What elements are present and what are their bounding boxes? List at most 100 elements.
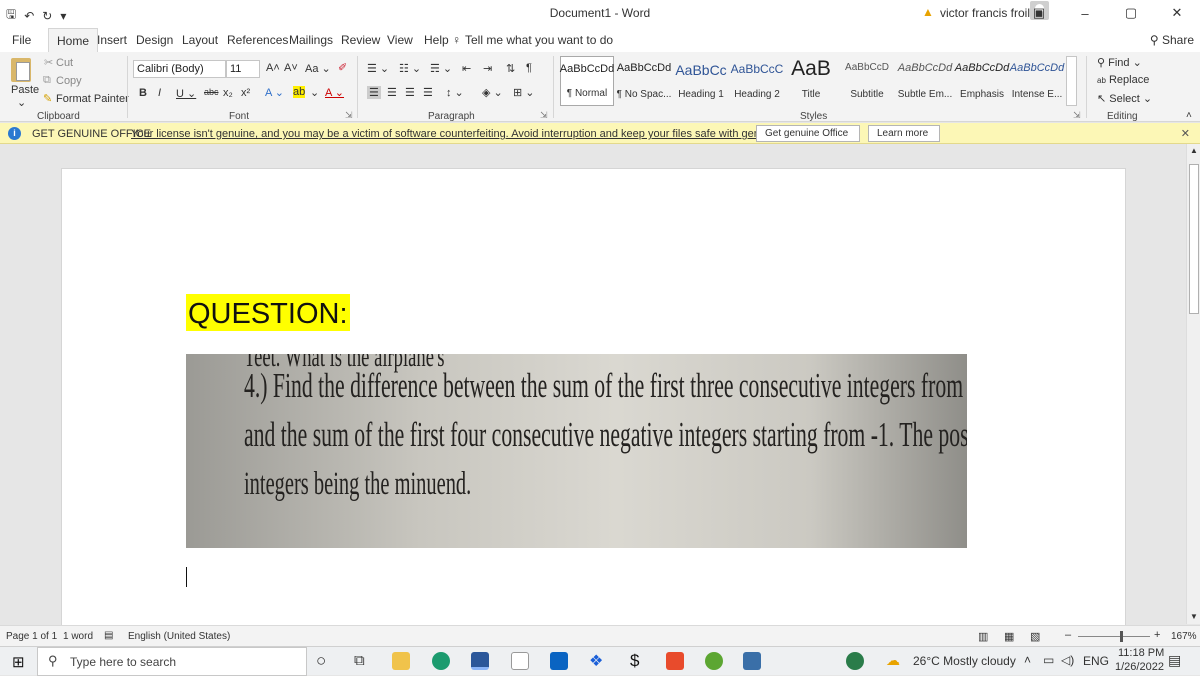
style-heading-1[interactable]: AaBbCc Heading 1 <box>674 56 728 106</box>
chevron-down-icon[interactable]: ⌄ <box>17 96 26 109</box>
edge-icon[interactable] <box>432 652 450 670</box>
style-intense-emphasis[interactable]: AaBbCcDd Intense E... <box>1010 56 1064 106</box>
tab-mailings[interactable]: Mailings <box>289 33 333 47</box>
increase-indent-icon[interactable]: ⇥ <box>483 62 492 75</box>
grow-font-icon[interactable]: A˄ <box>266 62 280 74</box>
subscript-icon[interactable]: x₂ <box>223 87 233 99</box>
paste-label[interactable]: Paste <box>11 84 39 96</box>
vertical-scrollbar[interactable]: ▲ ▼ <box>1186 144 1200 624</box>
weather-text[interactable]: 26°C Mostly cloudy <box>913 654 1016 668</box>
scroll-down-icon[interactable]: ▼ <box>1190 612 1198 621</box>
tab-layout[interactable]: Layout <box>182 33 218 47</box>
dropbox-icon[interactable]: ❖ <box>589 651 603 671</box>
numbering-icon[interactable]: ☷ ⌄ <box>399 62 421 75</box>
utorrent-icon[interactable] <box>705 652 723 670</box>
file-explorer-icon[interactable] <box>392 652 410 670</box>
underline-icon[interactable]: U ⌄ <box>176 87 196 100</box>
clock-date[interactable]: 1/26/2022 <box>1115 661 1164 673</box>
align-left-icon[interactable]: ☰ <box>367 86 381 99</box>
share-button[interactable]: ⚲ Share <box>1150 33 1194 47</box>
pilcrow-icon[interactable]: ¶ <box>526 62 532 74</box>
style-subtle-emphasis[interactable]: AaBbCcDd Subtle Em... <box>897 56 953 106</box>
tab-design[interactable]: Design <box>136 33 173 47</box>
question-photo[interactable]: Teet. What is the airplane's 4.) Find th… <box>186 354 967 548</box>
speaker-icon[interactable]: ◁) <box>1061 653 1074 667</box>
bold-icon[interactable]: B <box>139 87 147 99</box>
tab-help[interactable]: Help <box>424 33 449 47</box>
style-subtitle[interactable]: AaBbCcD Subtitle <box>840 56 894 106</box>
read-mode-icon[interactable]: ▥ <box>978 630 988 643</box>
italic-icon[interactable]: I <box>158 87 161 99</box>
weather-icon[interactable]: ☁ <box>886 652 900 669</box>
web-layout-icon[interactable]: ▧ <box>1030 630 1040 643</box>
cut-button[interactable]: Cut <box>56 57 73 69</box>
word-icon[interactable] <box>471 652 489 670</box>
page-count[interactable]: Page 1 of 1 <box>6 631 57 642</box>
align-center-icon[interactable]: ☰ <box>387 86 397 99</box>
decrease-indent-icon[interactable]: ⇤ <box>462 62 471 75</box>
store-icon[interactable] <box>511 652 529 670</box>
superscript-icon[interactable]: x² <box>241 87 250 99</box>
document-page[interactable]: QUESTION: Teet. What is the airplane's 4… <box>61 168 1126 628</box>
task-view-icon[interactable]: ⧉ <box>354 652 365 669</box>
zoom-slider-thumb[interactable] <box>1120 631 1123 642</box>
clock-time[interactable]: 11:18 PM <box>1118 647 1164 659</box>
minimize-button[interactable]: – <box>1062 0 1108 26</box>
highlight-icon[interactable]: ab <box>293 86 306 98</box>
justify-icon[interactable]: ☰ <box>423 86 433 99</box>
tab-references[interactable]: References <box>227 33 288 47</box>
zoom-out-icon[interactable]: – <box>1065 629 1071 641</box>
close-button[interactable]: ✕ <box>1154 0 1200 26</box>
font-color-icon[interactable]: A ⌄ <box>325 86 344 99</box>
copy-button[interactable]: Copy <box>56 75 82 87</box>
zoom-slider[interactable] <box>1078 636 1150 637</box>
restore-button[interactable]: ▢ <box>1108 0 1154 26</box>
font-name-select[interactable]: Calibri (Body) <box>133 60 226 78</box>
tab-insert[interactable]: Insert <box>97 33 127 47</box>
format-painter-button[interactable]: Format Painter <box>56 93 129 105</box>
strikethrough-icon[interactable]: abc <box>204 87 219 97</box>
close-icon[interactable]: ✕ <box>1181 127 1190 140</box>
office-icon[interactable] <box>666 652 684 670</box>
get-genuine-office-button[interactable]: Get genuine Office <box>756 125 860 142</box>
borders-icon[interactable]: ⊞ ⌄ <box>513 86 535 99</box>
chevron-down-icon[interactable]: ⌄ <box>310 86 319 99</box>
tab-review[interactable]: Review <box>341 33 380 47</box>
line-spacing-icon[interactable]: ↕ ⌄ <box>446 86 464 99</box>
clear-format-icon[interactable]: ✐ <box>338 61 347 74</box>
dialog-launcher-icon[interactable]: ⇲ <box>345 110 353 121</box>
cortana-icon[interactable]: ○ <box>316 651 326 671</box>
style-heading-2[interactable]: AaBbCcC Heading 2 <box>730 56 784 106</box>
taskbar-search[interactable]: ⚲ Type here to search <box>37 647 307 676</box>
scrollbar-thumb[interactable] <box>1189 164 1199 314</box>
windows-start-icon[interactable]: ⊞ <box>12 653 25 671</box>
shrink-font-icon[interactable]: A˅ <box>284 62 298 74</box>
help-icon[interactable] <box>846 652 864 670</box>
notification-icon[interactable]: ▤ <box>1168 652 1181 669</box>
font-size-select[interactable]: 11 <box>226 60 260 78</box>
zoom-in-icon[interactable]: + <box>1154 629 1160 641</box>
tab-file[interactable]: File <box>12 33 31 47</box>
style-title[interactable]: AaB Title <box>786 56 836 106</box>
tab-home[interactable]: Home <box>48 28 99 52</box>
learn-more-button[interactable]: Learn more <box>868 125 940 142</box>
bullets-icon[interactable]: ☰ ⌄ <box>367 62 389 75</box>
dialog-launcher-icon[interactable]: ⇲ <box>1073 110 1081 121</box>
dialog-launcher-icon[interactable]: ⇲ <box>540 110 548 121</box>
multilevel-list-icon[interactable]: ☴ ⌄ <box>430 62 452 75</box>
sort-icon[interactable]: ⇅ <box>506 62 515 75</box>
mail-icon[interactable] <box>550 652 568 670</box>
replace-button[interactable]: ab Replace <box>1097 74 1149 86</box>
style-normal[interactable]: AaBbCcDd ¶ Normal <box>560 56 614 106</box>
shading-icon[interactable]: ◈ ⌄ <box>482 86 503 99</box>
battery-icon[interactable]: ▭ <box>1043 653 1054 667</box>
language-status[interactable]: English (United States) <box>128 631 230 642</box>
select-button[interactable]: ↖ Select ⌄ <box>1097 92 1152 105</box>
text-effects-icon[interactable]: A ⌄ <box>265 86 284 99</box>
input-language[interactable]: ENG <box>1083 654 1109 668</box>
scroll-up-icon[interactable]: ▲ <box>1190 146 1198 155</box>
tell-me-box[interactable]: Tell me what you want to do <box>465 33 613 47</box>
styles-gallery-scroll[interactable] <box>1066 56 1077 106</box>
find-button[interactable]: ⚲ Find ⌄ <box>1097 56 1142 69</box>
ribbon-display-icon[interactable]: ▣ <box>1016 0 1062 26</box>
